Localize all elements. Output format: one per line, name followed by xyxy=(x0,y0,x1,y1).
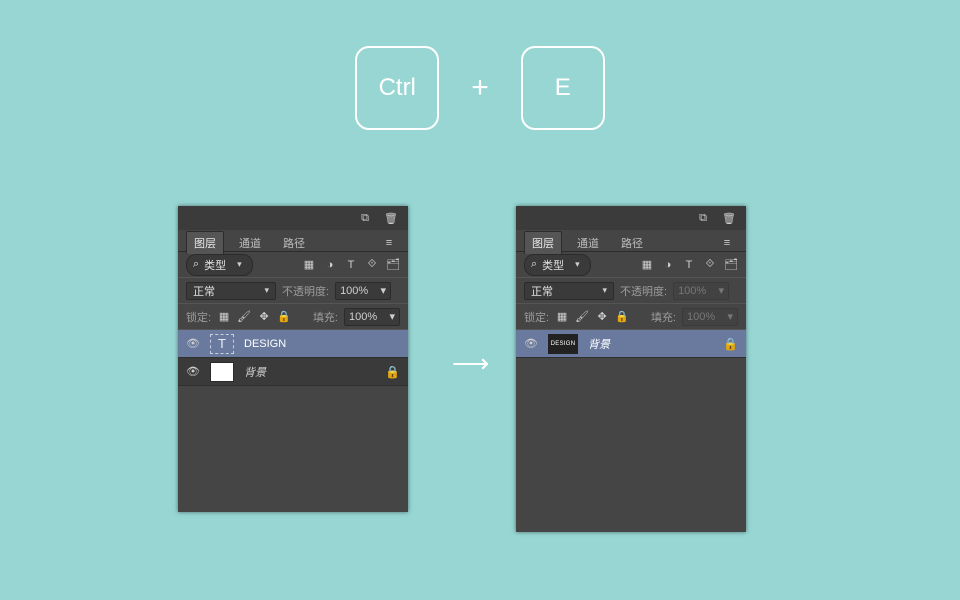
tab-paths[interactable]: 路径 xyxy=(614,232,650,254)
blend-mode-value: 正常 xyxy=(531,283,553,299)
lock-icon: 🔒 xyxy=(723,337,738,351)
fill-input[interactable]: 100% ▾ xyxy=(344,308,400,326)
fill-input-disabled: 100% ▾ xyxy=(682,308,738,326)
lock-brush-icon[interactable]: 🖌 xyxy=(575,310,589,324)
lock-row: 锁定: ▦ 🖌 ✥ 🔒 填充: 100% ▾ xyxy=(516,304,746,330)
fill-label: 填充: xyxy=(313,309,338,325)
blend-mode-value: 正常 xyxy=(193,283,215,299)
layer-thumbnail-merged: DESIGN xyxy=(548,334,578,354)
layer-filter-dropdown[interactable]: ⌕ 类型 ▾ xyxy=(186,254,253,276)
opacity-label: 不透明度: xyxy=(620,283,667,299)
collapse-icon[interactable]: ⧉ xyxy=(358,211,372,225)
layer-name: 背景 xyxy=(588,336,610,352)
layer-row[interactable]: 👁 背景 🔒 xyxy=(178,358,408,386)
chevron-down-icon: ▾ xyxy=(719,284,725,297)
lock-icons-group: ▦ 🖌 ✥ 🔒 xyxy=(555,310,629,324)
filter-image-icon[interactable]: ▦ xyxy=(302,258,316,272)
chevron-down-icon: ▾ xyxy=(389,310,395,323)
chevron-down-icon: ▾ xyxy=(602,285,607,296)
filter-row: ⌕ 类型 ▾ ▦ ◑ T ⟐ 🗂 xyxy=(178,252,408,278)
fill-value: 100% xyxy=(687,311,715,323)
lock-label: 锁定: xyxy=(186,309,211,325)
opacity-value: 100% xyxy=(340,285,368,297)
fill-label: 填充: xyxy=(651,309,676,325)
key-ctrl: Ctrl xyxy=(355,46,439,130)
panel-menu-icon[interactable]: ≡ xyxy=(382,236,396,250)
search-icon: ⌕ xyxy=(531,258,537,271)
lock-pixels-icon[interactable]: ▦ xyxy=(555,310,569,324)
filter-icons: ▦ ◑ T ⟐ 🗂 xyxy=(302,258,400,272)
layers-list: 👁 T DESIGN 👁 背景 🔒 xyxy=(178,330,408,386)
trash-icon[interactable]: 🗑 xyxy=(384,211,398,225)
opacity-label: 不透明度: xyxy=(282,283,329,299)
lock-brush-icon[interactable]: 🖌 xyxy=(237,310,251,324)
panel-titlebar: ⧉ 🗑 xyxy=(178,206,408,230)
filter-label: 类型 xyxy=(204,257,226,273)
transform-arrow: ⟶ xyxy=(452,348,489,379)
blend-mode-select[interactable]: 正常 ▾ xyxy=(524,282,614,300)
blend-row: 正常 ▾ 不透明度: 100% ▾ xyxy=(178,278,408,304)
chevron-down-icon: ▾ xyxy=(264,285,269,296)
lock-position-icon[interactable]: ✥ xyxy=(257,310,271,324)
layers-panel-after: ⧉ 🗑 图层 通道 路径 ≡ ⌕ 类型 ▾ ▦ ◑ T ⟐ 🗂 正常 ▾ 不透明… xyxy=(516,206,746,532)
filter-icons: ▦ ◑ T ⟐ 🗂 xyxy=(640,258,738,272)
opacity-input-disabled: 100% ▾ xyxy=(673,282,729,300)
filter-label: 类型 xyxy=(542,257,564,273)
chevron-down-icon: ▾ xyxy=(237,259,242,270)
opacity-input[interactable]: 100% ▾ xyxy=(335,282,391,300)
panel-tabs: 图层 通道 路径 ≡ xyxy=(516,230,746,252)
blend-row: 正常 ▾ 不透明度: 100% ▾ xyxy=(516,278,746,304)
layer-name: DESIGN xyxy=(244,338,286,350)
lock-all-icon[interactable]: 🔒 xyxy=(277,310,291,324)
layer-filter-dropdown[interactable]: ⌕ 类型 ▾ xyxy=(524,254,591,276)
layers-panel-before: ⧉ 🗑 图层 通道 路径 ≡ ⌕ 类型 ▾ ▦ ◑ T ⟐ 🗂 正常 ▾ 不透明… xyxy=(178,206,408,512)
lock-label: 锁定: xyxy=(524,309,549,325)
visibility-icon[interactable]: 👁 xyxy=(186,337,200,350)
key-e: E xyxy=(521,46,605,130)
filter-adjustment-icon[interactable]: ◑ xyxy=(661,258,675,272)
panel-titlebar: ⧉ 🗑 xyxy=(516,206,746,230)
filter-image-icon[interactable]: ▦ xyxy=(640,258,654,272)
layer-row[interactable]: 👁 DESIGN 背景 🔒 xyxy=(516,330,746,358)
filter-row: ⌕ 类型 ▾ ▦ ◑ T ⟐ 🗂 xyxy=(516,252,746,278)
tab-channels[interactable]: 通道 xyxy=(232,232,268,254)
collapse-icon[interactable]: ⧉ xyxy=(696,211,710,225)
filter-smart-icon[interactable]: 🗂 xyxy=(386,258,400,272)
tab-layers[interactable]: 图层 xyxy=(186,231,224,254)
lock-pixels-icon[interactable]: ▦ xyxy=(217,310,231,324)
lock-all-icon[interactable]: 🔒 xyxy=(615,310,629,324)
filter-adjustment-icon[interactable]: ◑ xyxy=(323,258,337,272)
lock-icons-group: ▦ 🖌 ✥ 🔒 xyxy=(217,310,291,324)
filter-shape-icon[interactable]: ⟐ xyxy=(365,258,379,272)
chevron-down-icon: ▾ xyxy=(727,310,733,323)
layer-thumbnail xyxy=(210,362,234,382)
blend-mode-select[interactable]: 正常 ▾ xyxy=(186,282,276,300)
plus-sign: + xyxy=(471,71,489,105)
tab-layers[interactable]: 图层 xyxy=(524,231,562,254)
filter-smart-icon[interactable]: 🗂 xyxy=(724,258,738,272)
filter-shape-icon[interactable]: ⟐ xyxy=(703,258,717,272)
panel-menu-icon[interactable]: ≡ xyxy=(720,236,734,250)
trash-icon[interactable]: 🗑 xyxy=(722,211,736,225)
search-icon: ⌕ xyxy=(193,258,199,271)
layer-row[interactable]: 👁 T DESIGN xyxy=(178,330,408,358)
lock-icon: 🔒 xyxy=(385,365,400,379)
chevron-down-icon: ▾ xyxy=(381,284,387,297)
tab-paths[interactable]: 路径 xyxy=(276,232,312,254)
filter-text-icon[interactable]: T xyxy=(344,258,358,272)
layer-thumbnail-text: T xyxy=(210,334,234,354)
fill-value: 100% xyxy=(349,311,377,323)
filter-text-icon[interactable]: T xyxy=(682,258,696,272)
opacity-value: 100% xyxy=(678,285,706,297)
keyboard-shortcut-row: Ctrl + E xyxy=(0,46,960,130)
chevron-down-icon: ▾ xyxy=(575,259,580,270)
visibility-icon[interactable]: 👁 xyxy=(524,337,538,350)
layer-name: 背景 xyxy=(244,364,266,380)
visibility-icon[interactable]: 👁 xyxy=(186,365,200,378)
lock-row: 锁定: ▦ 🖌 ✥ 🔒 填充: 100% ▾ xyxy=(178,304,408,330)
lock-position-icon[interactable]: ✥ xyxy=(595,310,609,324)
layers-list: 👁 DESIGN 背景 🔒 xyxy=(516,330,746,358)
tab-channels[interactable]: 通道 xyxy=(570,232,606,254)
panel-tabs: 图层 通道 路径 ≡ xyxy=(178,230,408,252)
